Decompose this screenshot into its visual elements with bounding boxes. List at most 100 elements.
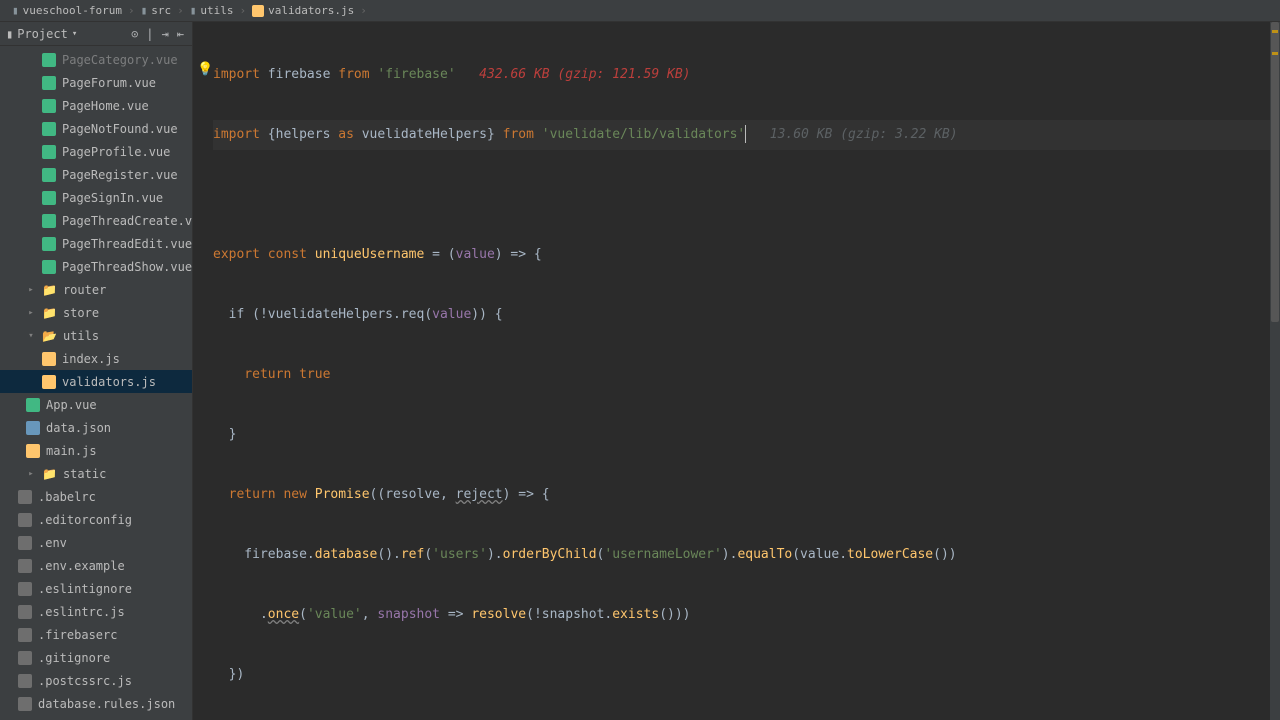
chevron-icon[interactable]: ▸ (26, 308, 36, 318)
breadcrumb-label: validators.js (268, 4, 354, 17)
editor-scrollbar[interactable] (1270, 22, 1280, 720)
string: 'value' (307, 607, 362, 622)
vue-file-icon (42, 168, 56, 182)
intention-bulb-icon[interactable]: 💡 (197, 62, 213, 77)
code: vuelidateHelpers} (354, 127, 495, 142)
tree-file-index-js[interactable]: index.js (0, 347, 192, 370)
file-icon (18, 674, 32, 688)
tree-file-database-rules-json[interactable]: database.rules.json (0, 692, 192, 715)
chevron-icon[interactable]: ▸ (26, 469, 36, 479)
file-icon (18, 513, 32, 527)
project-icon: ▮ (12, 4, 19, 17)
folder-icon: 📁 (42, 467, 57, 481)
breadcrumb-file[interactable]: validators.js (248, 4, 358, 17)
tree-item-label: PageForum.vue (62, 76, 156, 90)
tree-item-label: PageHome.vue (62, 99, 149, 113)
tree-file-PageProfile-vue[interactable]: PageProfile.vue (0, 140, 192, 163)
keyword: from (338, 67, 369, 82)
folder-icon: ▮ (141, 4, 148, 17)
tree-file-PageCategory-vue[interactable]: PageCategory.vue (0, 48, 192, 71)
sidebar-header: ▮ Project ▾ ⊙ | ⇥ ⇤ (0, 22, 192, 46)
code: {helpers (268, 127, 338, 142)
js-file-icon (26, 444, 40, 458)
file-icon (18, 490, 32, 504)
tree-item-label: .env.example (38, 559, 125, 573)
vue-file-icon (42, 260, 56, 274)
tree-file--firebaserc[interactable]: .firebaserc (0, 623, 192, 646)
string: 'usernameLower' (604, 547, 721, 562)
tree-item-label: .eslintrc.js (38, 605, 125, 619)
tree-file--babelrc[interactable]: .babelrc (0, 485, 192, 508)
tree-item-label: router (63, 283, 106, 297)
editor-content[interactable]: import firebase from 'firebase' 432.66 K… (193, 22, 1280, 720)
size-hint: 432.66 KB (gzip: 121.59 KB) (479, 67, 690, 82)
chevron-down-icon: ▾ (72, 29, 77, 39)
breadcrumb-project[interactable]: ▮ vueschool-forum (8, 4, 126, 17)
tree-file-data-json[interactable]: data.json (0, 416, 192, 439)
tree-file-PageForum-vue[interactable]: PageForum.vue (0, 71, 192, 94)
tree-file--eslintignore[interactable]: .eslintignore (0, 577, 192, 600)
tree-file--postcssrc-js[interactable]: .postcssrc.js (0, 669, 192, 692)
tree-item-label: .eslintignore (38, 582, 132, 596)
warning-marker[interactable] (1272, 52, 1278, 55)
tree-file-PageThreadCreate-vue[interactable]: PageThreadCreate.vue (0, 209, 192, 232)
chevron-icon[interactable]: ▸ (26, 285, 36, 295)
tree-file-App-vue[interactable]: App.vue (0, 393, 192, 416)
tree-file-main-js[interactable]: main.js (0, 439, 192, 462)
tree-file-PageThreadShow-vue[interactable]: PageThreadShow.vue (0, 255, 192, 278)
file-icon (18, 628, 32, 642)
project-sidebar: ▮ Project ▾ ⊙ | ⇥ ⇤ PageCategory.vuePage… (0, 22, 193, 720)
tree-file--editorconfig[interactable]: .editorconfig (0, 508, 192, 531)
breadcrumb-label: vueschool-forum (23, 4, 122, 17)
js-file-icon (42, 375, 56, 389)
file-tree[interactable]: PageCategory.vue PageForum.vue PageHome.vu… (0, 46, 192, 720)
tree-file--gitignore[interactable]: .gitignore (0, 646, 192, 669)
chevron-right-icon: › (360, 4, 367, 17)
tree-file-PageThreadEdit-vue[interactable]: PageThreadEdit.vue (0, 232, 192, 255)
code-editor[interactable]: 💡 import firebase from 'firebase' 432.66… (193, 22, 1280, 720)
keyword: import (213, 127, 260, 142)
collapse-icon[interactable]: ⇥ (160, 27, 171, 41)
tree-item-label: .editorconfig (38, 513, 132, 527)
tree-item-label: .gitignore (38, 651, 110, 665)
code: if (!vuelidateHelpers.req( (213, 307, 432, 322)
tree-folder-router[interactable]: ▸📁router (0, 278, 192, 301)
scrollbar-thumb[interactable] (1271, 22, 1279, 322)
tree-file-PageRegister-vue[interactable]: PageRegister.vue (0, 163, 192, 186)
identifier: firebase (268, 67, 331, 82)
tree-folder-store[interactable]: ▸📁store (0, 301, 192, 324)
tree-file--env-example[interactable]: .env.example (0, 554, 192, 577)
folder-icon: ▮ (190, 4, 197, 17)
tree-item-label: PageThreadCreate.vue (62, 214, 192, 228)
tree-folder-static[interactable]: ▸📁static (0, 462, 192, 485)
function-name: uniqueUsername (315, 247, 425, 262)
tree-file-PageSignIn-vue[interactable]: PageSignIn.vue (0, 186, 192, 209)
vue-file-icon (42, 99, 56, 113)
breadcrumb-src[interactable]: ▮ src (137, 4, 176, 17)
tree-item-label: data.json (46, 421, 111, 435)
param-unused: reject (456, 487, 503, 502)
vue-file-icon (42, 122, 56, 136)
tree-file--eslintrc-js[interactable]: .eslintrc.js (0, 600, 192, 623)
settings-icon[interactable]: ⇤ (175, 27, 186, 41)
breadcrumb-utils[interactable]: ▮ utils (186, 4, 238, 17)
tree-folder-utils[interactable]: ▾📂utils (0, 324, 192, 347)
tree-item-label: store (63, 306, 99, 320)
file-icon (18, 651, 32, 665)
param: value (432, 307, 471, 322)
text-cursor (745, 125, 746, 143)
warning-marker[interactable] (1272, 30, 1278, 33)
vue-file-icon (42, 76, 56, 90)
tree-file-validators-js[interactable]: validators.js (0, 370, 192, 393)
tree-item-label: .firebaserc (38, 628, 117, 642)
tree-item-label: PageSignIn.vue (62, 191, 163, 205)
tree-file-PageHome-vue[interactable]: PageHome.vue (0, 94, 192, 117)
chevron-right-icon: › (177, 4, 184, 17)
tree-file-PageNotFound-vue[interactable]: PageNotFound.vue (0, 117, 192, 140)
tree-item-label: PageProfile.vue (62, 145, 170, 159)
sidebar-title[interactable]: ▮ Project ▾ (6, 27, 77, 41)
tree-file--env[interactable]: .env (0, 531, 192, 554)
file-icon (18, 697, 32, 711)
chevron-icon[interactable]: ▾ (26, 331, 36, 341)
target-icon[interactable]: ⊙ (129, 27, 140, 41)
